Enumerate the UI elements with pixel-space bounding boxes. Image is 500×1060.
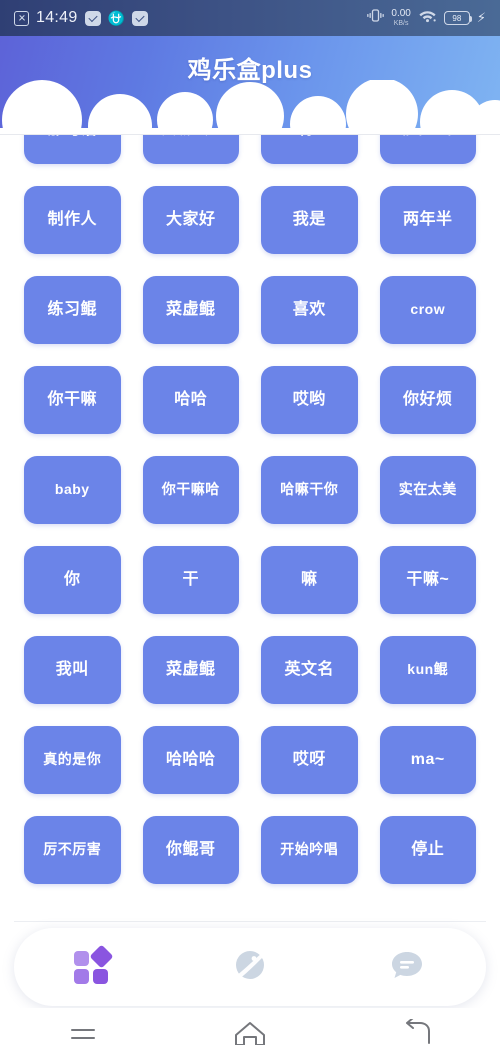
status-bar: 14:49 ⛎ 0.00 KB/s 98 ⚡ (0, 0, 500, 36)
battery-icon: 98 (443, 11, 473, 25)
soundboard-scroll-area[interactable]: 那句话大喊一声啊~非常正常制作人大家好我是两年半练习鲲菜虚鲲喜欢crow你干嘛哈… (0, 135, 500, 920)
bottom-nav-bar (14, 928, 486, 1006)
battery-level: 98 (452, 13, 462, 23)
scissors-icon (84, 10, 101, 26)
sound-button[interactable]: 停止 (379, 816, 476, 884)
sound-button[interactable]: 开始吟唱 (261, 816, 358, 884)
sound-button[interactable]: 干嘛~ (379, 546, 476, 614)
sound-button[interactable]: 那句话 (24, 135, 121, 164)
sound-button[interactable]: 啊~ (261, 135, 358, 164)
sound-button[interactable]: 干 (142, 546, 239, 614)
android-home-button[interactable] (167, 1019, 334, 1050)
sound-button[interactable]: 大喊一声 (142, 135, 239, 164)
app-badge-icon (14, 10, 29, 26)
sound-button[interactable]: kun鲲 (379, 636, 476, 704)
sound-button[interactable]: 你干嘛哈 (142, 456, 239, 524)
mail-icon (131, 10, 148, 26)
sound-button[interactable]: 哈哈 (142, 366, 239, 434)
sound-button[interactable]: 练习鲲 (24, 276, 121, 344)
cloud-decoration (0, 80, 500, 134)
recents-icon (71, 1027, 96, 1041)
nav-item-messages[interactable] (329, 928, 486, 1006)
sound-button[interactable]: 菜虚鲲 (142, 276, 239, 344)
grid-apps-icon (73, 944, 114, 986)
nav-item-soundboard[interactable] (14, 928, 171, 1006)
sound-button[interactable]: 哈嘛干你 (261, 456, 358, 524)
sound-button[interactable]: 你干嘛 (24, 366, 121, 434)
sound-button[interactable]: 两年半 (379, 186, 476, 254)
status-bar-left: 14:49 ⛎ (14, 9, 148, 27)
chat-bubble-icon (387, 945, 427, 990)
wifi-icon (418, 8, 437, 28)
android-back-button[interactable] (333, 1016, 500, 1050)
sound-button[interactable]: 非常正常 (379, 135, 476, 164)
back-icon (402, 1016, 432, 1050)
app-header: 鸡乐盒plus (0, 36, 500, 134)
sound-button[interactable]: baby (24, 456, 121, 524)
sound-button[interactable]: ma~ (379, 726, 476, 794)
planet-icon (230, 945, 270, 990)
sound-button[interactable]: 哈哈哈 (142, 726, 239, 794)
network-speed-value: 0.00 (391, 8, 411, 19)
sound-button[interactable]: 哎哟 (261, 366, 358, 434)
status-bar-clock: 14:49 (36, 9, 78, 26)
sound-button[interactable]: 实在太美 (379, 456, 476, 524)
sound-button[interactable]: 厉不厉害 (24, 816, 121, 884)
usb-icon: ⛎ (107, 10, 125, 26)
sound-button[interactable]: 哎呀 (261, 726, 358, 794)
sound-button[interactable]: 我是 (261, 186, 358, 254)
sound-button[interactable]: crow (379, 276, 476, 344)
sound-button[interactable]: 真的是你 (24, 726, 121, 794)
lightning-bolt-icon: ⚡ (476, 10, 486, 25)
nav-item-discover[interactable] (171, 928, 328, 1006)
vibrate-icon (367, 8, 385, 28)
network-speed-unit: KB/s (393, 20, 409, 27)
bottom-nav-top-edge (14, 921, 486, 922)
sound-button[interactable]: 你鲲哥 (142, 816, 239, 884)
android-recents-button[interactable] (0, 1027, 167, 1041)
sound-button[interactable]: 嘛 (261, 546, 358, 614)
network-speed: 0.00 KB/s (391, 8, 411, 28)
sound-button[interactable]: 我叫 (24, 636, 121, 704)
home-icon (233, 1019, 267, 1050)
sound-button[interactable]: 英文名 (261, 636, 358, 704)
android-navigation-bar (0, 1008, 500, 1060)
status-bar-right: 0.00 KB/s 98 ⚡ (367, 8, 486, 28)
sound-button[interactable]: 你好烦 (379, 366, 476, 434)
sound-button[interactable]: 制作人 (24, 186, 121, 254)
sound-button[interactable]: 你 (24, 546, 121, 614)
sound-button[interactable]: 大家好 (142, 186, 239, 254)
sound-button[interactable]: 菜虚鲲 (142, 636, 239, 704)
sound-button[interactable]: 喜欢 (261, 276, 358, 344)
soundboard-grid: 那句话大喊一声啊~非常正常制作人大家好我是两年半练习鲲菜虚鲲喜欢crow你干嘛哈… (0, 135, 500, 884)
phone-screen: 14:49 ⛎ 0.00 KB/s 98 ⚡ 鸡乐盒plus 制作人 大家好 我… (0, 0, 500, 1060)
